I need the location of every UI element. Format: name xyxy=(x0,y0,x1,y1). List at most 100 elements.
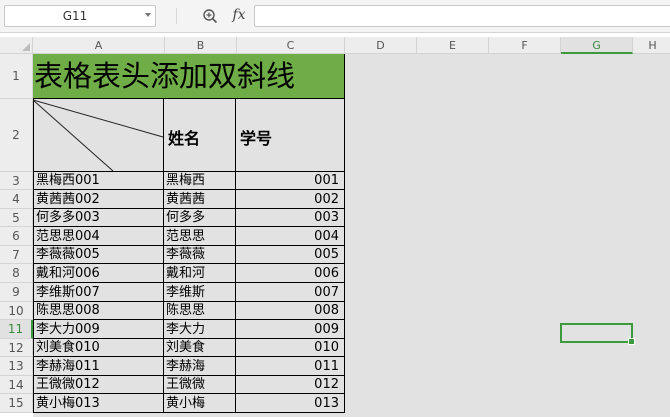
select-all-corner[interactable] xyxy=(0,37,33,54)
data-cell-text: 何多多003 xyxy=(36,210,100,225)
column-header-c[interactable]: C xyxy=(237,37,345,54)
data-cell-text: 黄小梅013 xyxy=(36,396,100,411)
row-header-15[interactable]: 15 xyxy=(0,394,33,413)
name-box[interactable]: G11 xyxy=(4,5,156,27)
data-cell-a[interactable]: 李维斯007 xyxy=(33,283,164,302)
row-header-6[interactable]: 6 xyxy=(0,227,33,246)
data-cell-a[interactable]: 李薇薇005 xyxy=(33,246,164,264)
row-header-7[interactable]: 7 xyxy=(0,246,33,264)
row-header-1[interactable]: 1 xyxy=(0,54,33,99)
data-cell-text: 黑梅西 xyxy=(166,173,206,188)
data-cell-b[interactable]: 李维斯 xyxy=(164,283,236,302)
data-cell-text: 003 xyxy=(314,210,339,225)
data-cell-a[interactable]: 范思思004 xyxy=(33,227,164,246)
data-cell-b[interactable]: 范思思 xyxy=(164,227,236,246)
data-cell-text: 李维斯 xyxy=(166,285,206,300)
header-cell-b2[interactable]: 姓名 xyxy=(164,99,236,172)
data-cell-c[interactable]: 010 xyxy=(236,339,345,357)
data-cell-c[interactable]: 003 xyxy=(236,209,345,227)
column-header-h[interactable]: H xyxy=(633,37,670,54)
title-cell[interactable]: 表格表头添加双斜线 xyxy=(33,54,345,99)
data-cell-c[interactable]: 004 xyxy=(236,227,345,246)
cell-area[interactable]: 表格表头添加双斜线 姓名 学号 黑梅西001 黑梅西 001 黄茜茜002 黄茜茜 002… xyxy=(33,54,670,417)
column-header-d[interactable]: D xyxy=(345,37,417,54)
row-header-8[interactable]: 8 xyxy=(0,264,33,283)
grid-column-line xyxy=(560,54,561,417)
column-header-b[interactable]: B xyxy=(165,37,237,54)
data-cell-text: 李维斯007 xyxy=(36,285,100,300)
header-name-label: 姓名 xyxy=(168,129,201,148)
data-cell-a[interactable]: 戴和河006 xyxy=(33,264,164,283)
data-cell-c[interactable]: 006 xyxy=(236,264,345,283)
data-cell-b[interactable]: 刘美食 xyxy=(164,339,236,357)
data-cell-c[interactable]: 008 xyxy=(236,302,345,320)
data-cell-c[interactable]: 005 xyxy=(236,246,345,264)
data-cell-b[interactable]: 黄茜茜 xyxy=(164,190,236,209)
data-cell-a[interactable]: 李大力009 xyxy=(33,320,164,339)
row-header-12[interactable]: 12 xyxy=(0,339,33,357)
column-header-f[interactable]: F xyxy=(489,37,561,54)
header-cell-c2[interactable]: 学号 xyxy=(236,99,345,172)
data-cell-b[interactable]: 李薇薇 xyxy=(164,246,236,264)
data-cell-a[interactable]: 李赫海011 xyxy=(33,357,164,376)
data-cell-c[interactable]: 012 xyxy=(236,376,345,394)
data-cell-text: 陈思思008 xyxy=(36,303,100,318)
formula-input[interactable] xyxy=(254,5,670,27)
row-header-2[interactable]: 2 xyxy=(0,99,33,172)
row-header-13[interactable]: 13 xyxy=(0,357,33,376)
data-cell-text: 陈思思 xyxy=(166,303,206,318)
data-cell-text: 李大力009 xyxy=(36,322,100,337)
data-cell-b[interactable]: 李赫海 xyxy=(164,357,236,376)
name-box-dropdown-icon[interactable] xyxy=(145,13,151,17)
grid-column-line xyxy=(632,54,633,417)
data-cell-a[interactable]: 陈思思008 xyxy=(33,302,164,320)
column-header-g[interactable]: G xyxy=(561,37,633,54)
data-cell-a[interactable]: 黄茜茜002 xyxy=(33,190,164,209)
column-header-e[interactable]: E xyxy=(417,37,489,54)
data-cell-b[interactable]: 黄小梅 xyxy=(164,394,236,413)
data-cell-text: 戴和河 xyxy=(166,266,206,281)
row-header-11[interactable]: 11 xyxy=(0,320,33,339)
active-cell-selection[interactable] xyxy=(560,323,635,345)
row-header-5[interactable]: 5 xyxy=(0,209,33,227)
data-cell-text: 李薇薇 xyxy=(166,247,206,262)
data-cell-b[interactable]: 陈思思 xyxy=(164,302,236,320)
row-header-4[interactable]: 4 xyxy=(0,190,33,209)
data-cell-b[interactable]: 黑梅西 xyxy=(164,172,236,190)
insert-function-icon[interactable]: fx xyxy=(228,5,250,25)
data-cell-c[interactable]: 011 xyxy=(236,357,345,376)
data-cell-c[interactable]: 002 xyxy=(236,190,345,209)
data-cell-text: 011 xyxy=(314,359,339,374)
row-header-3[interactable]: 3 xyxy=(0,172,33,190)
data-cell-b[interactable]: 戴和河 xyxy=(164,264,236,283)
row-header-14[interactable]: 14 xyxy=(0,376,33,394)
data-cell-text: 刘美食010 xyxy=(36,340,100,355)
data-cell-b[interactable]: 李大力 xyxy=(164,320,236,339)
data-cell-b[interactable]: 王微微 xyxy=(164,376,236,394)
zoom-icon[interactable] xyxy=(202,8,218,24)
double-diagonal-lines xyxy=(33,99,164,172)
row-header-10[interactable]: 10 xyxy=(0,302,33,320)
data-cell-text: 010 xyxy=(314,340,339,355)
name-box-cell-ref[interactable]: G11 xyxy=(5,6,145,26)
column-header-a[interactable]: A xyxy=(33,37,165,54)
data-cell-text: 002 xyxy=(314,192,339,207)
data-cell-c[interactable]: 013 xyxy=(236,394,345,413)
data-cell-b[interactable]: 何多多 xyxy=(164,209,236,227)
data-cell-a[interactable]: 黑梅西001 xyxy=(33,172,164,190)
data-cell-c[interactable]: 001 xyxy=(236,172,345,190)
data-cell-text: 012 xyxy=(314,377,339,392)
data-cell-text: 何多多 xyxy=(166,210,206,225)
data-cell-a[interactable]: 王微微012 xyxy=(33,376,164,394)
row-header-9[interactable]: 9 xyxy=(0,283,33,302)
data-cell-text: 008 xyxy=(314,303,339,318)
data-cell-c[interactable]: 007 xyxy=(236,283,345,302)
data-cell-a[interactable]: 何多多003 xyxy=(33,209,164,227)
data-cell-a[interactable]: 黄小梅013 xyxy=(33,394,164,413)
data-cell-text: 李薇薇005 xyxy=(36,247,100,262)
data-cell-c[interactable]: 009 xyxy=(236,320,345,339)
data-cell-text: 004 xyxy=(314,229,339,244)
data-cell-a[interactable]: 刘美食010 xyxy=(33,339,164,357)
diagonal-header-cell[interactable] xyxy=(33,99,164,172)
data-cell-text: 013 xyxy=(314,396,339,411)
